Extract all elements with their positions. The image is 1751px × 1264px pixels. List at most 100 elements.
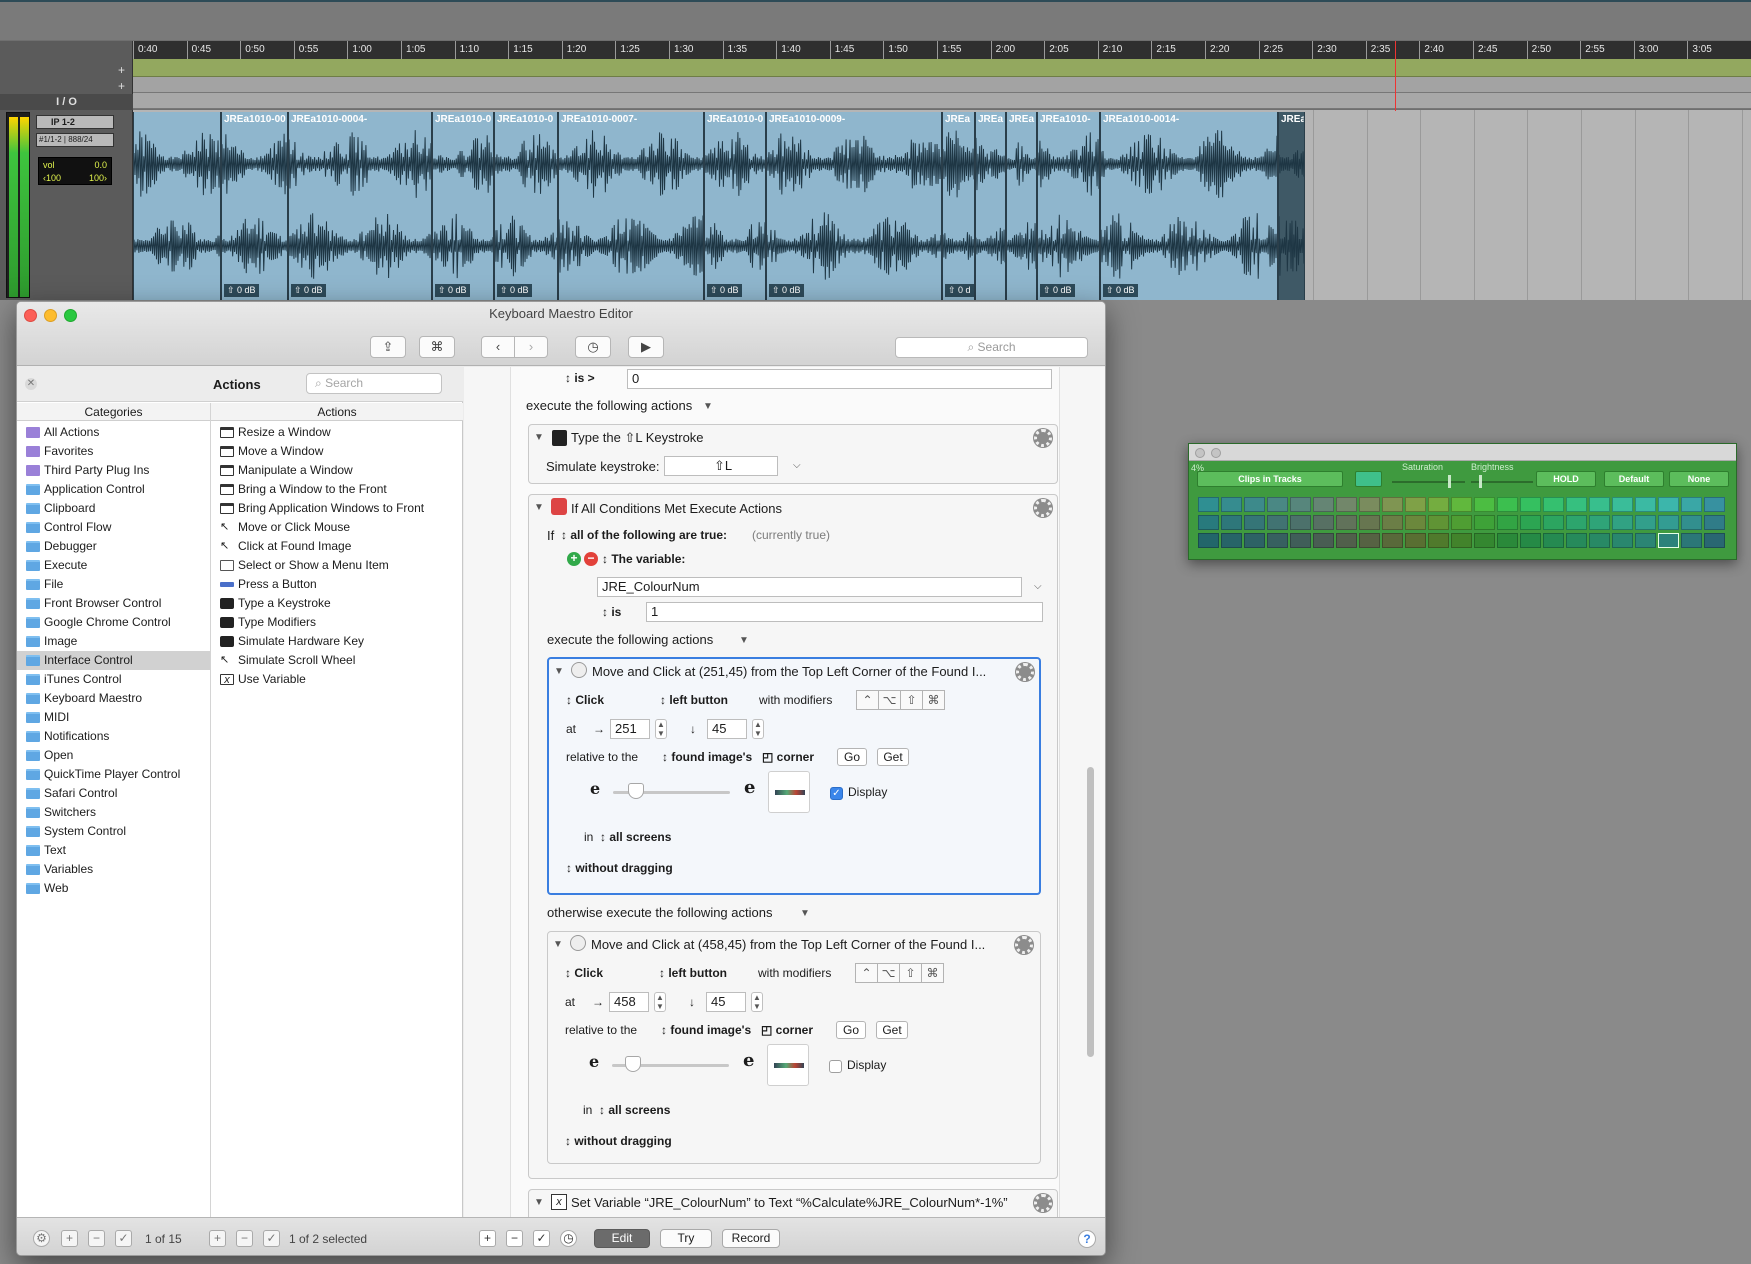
color-swatch[interactable] [1313, 497, 1334, 512]
color-swatch[interactable] [1244, 515, 1265, 530]
x-stepper[interactable]: ▲ ▼ [655, 719, 667, 739]
category-item[interactable]: Keyboard Maestro [17, 689, 210, 708]
clip-gain-badge[interactable]: ⇧ 0 dB [435, 284, 470, 297]
output-selector[interactable]: #1/1-2 | 888/24 [36, 133, 114, 147]
color-swatch[interactable] [1681, 515, 1702, 530]
color-swatch[interactable] [1566, 497, 1587, 512]
action-item[interactable]: Bring Application Windows to Front [211, 499, 463, 518]
category-item[interactable]: Variables [17, 860, 210, 879]
audio-clip[interactable]: JREa [975, 112, 1006, 300]
color-swatch[interactable] [1428, 515, 1449, 530]
color-swatch[interactable] [1198, 515, 1219, 530]
option-key-icon[interactable]: ⌥ [877, 963, 900, 983]
color-swatch[interactable] [1520, 515, 1541, 530]
gear-icon[interactable] [1034, 429, 1052, 447]
category-item[interactable]: Image [17, 632, 210, 651]
audio-clip[interactable]: JREa1010- ⇧ 0 dB [1037, 112, 1100, 300]
command-key-icon[interactable]: ⌘ [921, 963, 944, 983]
try-button[interactable]: Try [660, 1229, 712, 1248]
x-coordinate-field[interactable]: 458 [609, 992, 649, 1012]
remove-group-button[interactable]: − [88, 1230, 105, 1247]
mouse-button-selector[interactable]: ↕ left button [660, 693, 728, 707]
remove-macro-button[interactable]: − [236, 1230, 253, 1247]
move-click-action-1[interactable]: ▼ Move and Click at (251,45) from the To… [547, 657, 1041, 895]
history-button[interactable]: ◷ [575, 336, 611, 358]
help-button[interactable]: ? [1078, 1230, 1096, 1248]
color-swatch[interactable] [1681, 497, 1702, 512]
color-swatch[interactable] [1405, 515, 1426, 530]
mouse-button-selector[interactable]: ↕ left button [659, 966, 727, 980]
type-keystroke-action[interactable]: ▼ Type the ⇧L Keystroke Simulate keystro… [528, 424, 1058, 484]
color-swatch[interactable] [1497, 497, 1518, 512]
y-stepper[interactable]: ▲ ▼ [752, 719, 764, 739]
color-swatch[interactable] [1290, 497, 1311, 512]
execute-menu-icon[interactable]: ▼ [703, 401, 713, 412]
color-swatch[interactable] [1543, 533, 1564, 548]
dragging-selector[interactable]: ↕ without dragging [565, 1134, 672, 1148]
category-item[interactable]: Google Chrome Control [17, 613, 210, 632]
group-settings-icon[interactable]: ⚙ [33, 1230, 50, 1247]
found-image-well[interactable] [767, 1044, 809, 1086]
enable-group-button[interactable]: ✓ [115, 1230, 132, 1247]
clip-gain-badge[interactable]: ⇧ 0 dB [707, 284, 742, 297]
is-greater-selector[interactable]: ↕ is > [565, 371, 595, 385]
action-item[interactable]: Simulate Hardware Key [211, 632, 463, 651]
action-item[interactable]: Manipulate a Window [211, 461, 463, 480]
audio-clip[interactable]: JREa [1006, 112, 1037, 300]
share-button[interactable]: ⇪ [370, 336, 406, 358]
action-item[interactable]: Type Modifiers [211, 613, 463, 632]
variable-condition-selector[interactable]: ↕ The variable: [602, 552, 685, 566]
dragging-selector[interactable]: ↕ without dragging [566, 861, 673, 875]
chevron-down-icon[interactable]: ⌵ [1034, 581, 1042, 592]
color-swatch[interactable] [1451, 533, 1472, 548]
disclosure-triangle-icon[interactable]: ▼ [553, 939, 563, 950]
timeline-ruler[interactable]: 0:40 0:45 0:50 0:55 1:00 1:05 1:10 1:15 1:20 1:25… [133, 41, 1751, 59]
disclosure-triangle-icon[interactable]: ▼ [534, 502, 544, 513]
y-stepper[interactable]: ▲ ▼ [751, 992, 763, 1012]
gear-icon[interactable] [1016, 663, 1034, 681]
color-swatch-button[interactable] [1355, 471, 1382, 487]
color-swatch[interactable] [1198, 533, 1219, 548]
fuzziness-knob[interactable] [628, 783, 644, 799]
clip-gain-badge[interactable]: ⇧ 0 dB [497, 284, 532, 297]
remove-condition-icon[interactable]: − [584, 552, 598, 566]
color-swatch[interactable] [1451, 497, 1472, 512]
audio-clip[interactable]: JREa1010-0 ⇧ 0 dB [494, 112, 558, 300]
y-coordinate-field[interactable]: 45 [707, 719, 747, 739]
color-swatch[interactable] [1520, 533, 1541, 548]
window-titlebar[interactable]: Keyboard Maestro Editor ⇪ ⌘ ‹ › ◷ ▶ ⌕ Se… [17, 302, 1105, 366]
color-swatch[interactable] [1451, 515, 1472, 530]
found-image-selector[interactable]: ↕ found image's [662, 750, 752, 764]
control-key-icon[interactable]: ⌃ [855, 963, 878, 983]
editor-scrollbar[interactable] [1087, 767, 1094, 1057]
action-item[interactable]: Type a Keystroke [211, 594, 463, 613]
color-swatch[interactable] [1221, 497, 1242, 512]
audio-clip[interactable]: JREa1010-0014- ⇧ 0 dB [1100, 112, 1278, 300]
color-swatch[interactable] [1635, 533, 1656, 548]
corner-selector[interactable]: ◰ corner [761, 1023, 813, 1037]
color-swatch[interactable] [1635, 497, 1656, 512]
add-condition-icon[interactable]: + [567, 552, 581, 566]
clips-in-tracks-dropdown[interactable]: Clips in Tracks [1197, 471, 1343, 487]
control-key-icon[interactable]: ⌃ [856, 690, 879, 710]
close-actions-icon[interactable]: ✕ [25, 378, 37, 390]
color-swatch[interactable] [1497, 533, 1518, 548]
color-swatch[interactable] [1336, 515, 1357, 530]
category-item[interactable]: System Control [17, 822, 210, 841]
color-swatch[interactable] [1221, 515, 1242, 530]
color-swatch[interactable] [1405, 533, 1426, 548]
color-swatch[interactable] [1405, 497, 1426, 512]
color-swatch[interactable] [1382, 497, 1403, 512]
color-swatch[interactable] [1313, 533, 1334, 548]
color-swatch[interactable] [1244, 533, 1265, 548]
action-item[interactable]: Move a Window [211, 442, 463, 461]
action-item[interactable]: ↖ Simulate Scroll Wheel [211, 651, 463, 670]
category-item[interactable]: Text [17, 841, 210, 860]
category-item[interactable]: Application Control [17, 480, 210, 499]
record-button[interactable]: Record [722, 1229, 780, 1248]
x-coordinate-field[interactable]: 251 [610, 719, 650, 739]
action-item[interactable]: Resize a Window [211, 423, 463, 442]
action-item[interactable]: Bring a Window to the Front [211, 480, 463, 499]
minimize-icon[interactable] [1211, 448, 1221, 458]
color-swatch[interactable] [1704, 515, 1725, 530]
